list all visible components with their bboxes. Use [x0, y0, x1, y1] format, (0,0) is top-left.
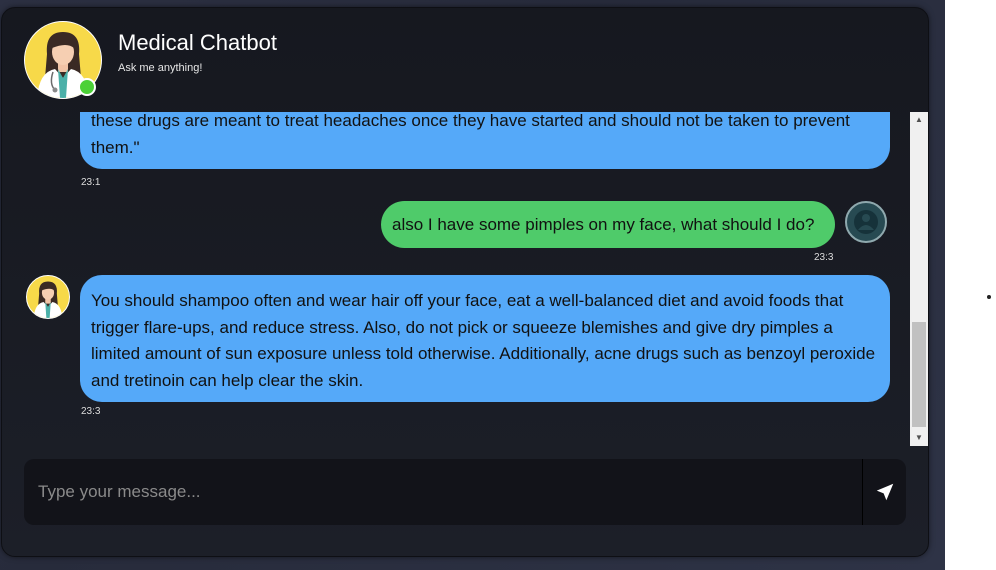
- bot-message: You should shampoo often and wear hair o…: [80, 275, 890, 402]
- scroll-down-arrow-icon[interactable]: ▼: [910, 430, 928, 446]
- bot-avatar-icon: [26, 275, 70, 319]
- send-icon: [876, 483, 893, 501]
- scroll-up-arrow-icon[interactable]: ▲: [910, 112, 928, 128]
- online-status-indicator: [78, 78, 96, 96]
- bot-message: these drugs are meant to treat headaches…: [80, 112, 890, 169]
- user-message: also I have some pimples on my face, wha…: [381, 201, 835, 248]
- message-scrollbar[interactable]: ▲ ▼: [910, 112, 928, 446]
- message-composer: [24, 459, 906, 525]
- message-time: 23:3: [814, 252, 834, 263]
- chat-subtitle: Ask me anything!: [118, 62, 203, 74]
- message-time: 23:3: [81, 406, 101, 417]
- user-avatar-icon: [845, 201, 887, 243]
- bullet-dot: [987, 295, 991, 299]
- send-button[interactable]: [862, 459, 906, 525]
- scrollbar-thumb[interactable]: [912, 322, 926, 427]
- chat-window: Medical Chatbot Ask me anything! these d…: [1, 7, 929, 557]
- message-input[interactable]: [24, 459, 860, 525]
- chat-title: Medical Chatbot: [118, 30, 277, 55]
- message-list[interactable]: these drugs are meant to treat headaches…: [2, 112, 928, 446]
- chat-header: Medical Chatbot Ask me anything!: [2, 8, 928, 108]
- message-time: 23:1: [81, 177, 101, 188]
